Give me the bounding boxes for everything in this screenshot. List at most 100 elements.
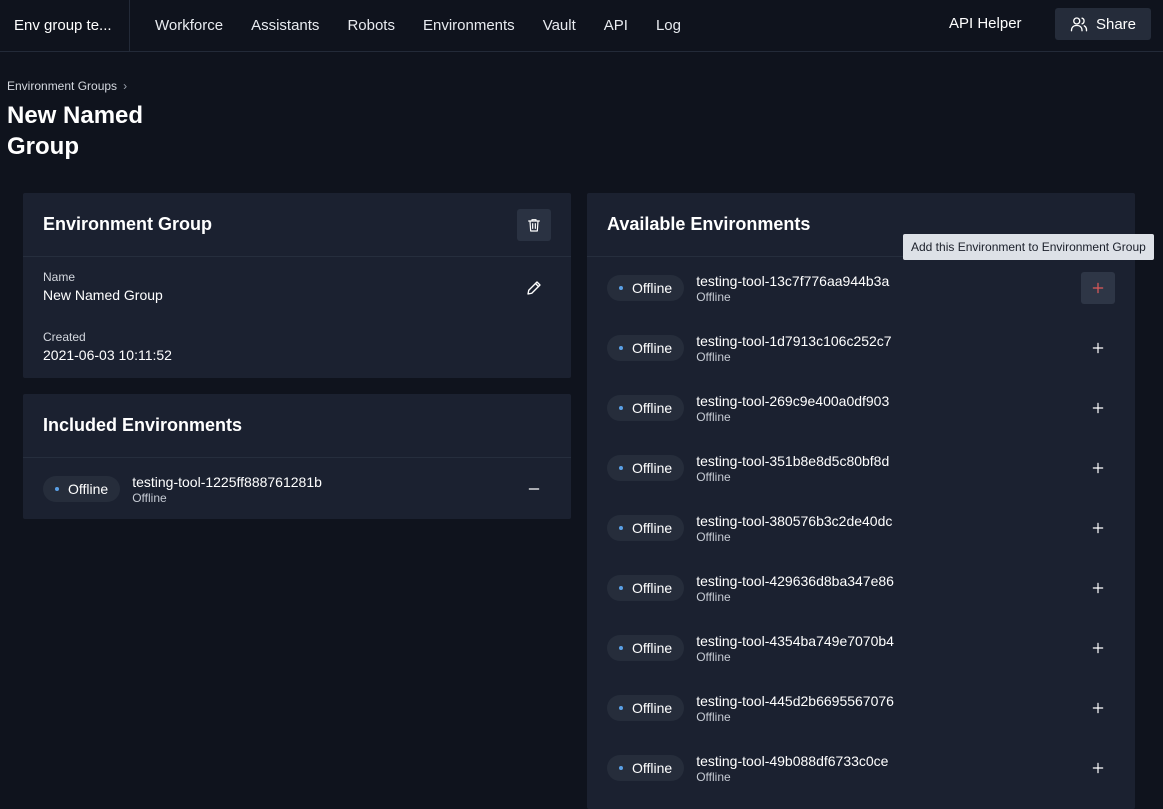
environment-info: testing-tool-13c7f776aa944b3a Offline [696, 273, 889, 304]
environment-info: testing-tool-429636d8ba347e86 Offline [696, 573, 894, 604]
included-environments-title: Included Environments [43, 415, 243, 435]
environment-info: testing-tool-351b8e8d5c80bf8d Offline [696, 453, 889, 484]
remove-environment-button[interactable] [517, 473, 551, 505]
status-badge-label: Offline [632, 760, 673, 776]
status-badge: Offline [607, 695, 685, 721]
group-created-value: 2021-06-03 10:11:52 [43, 347, 172, 363]
status-badge: Offline [607, 755, 685, 781]
environment-name: testing-tool-1225ff888761281b [132, 473, 322, 490]
status-badge-label: Offline [632, 520, 673, 536]
environment-info: testing-tool-49b088df6733c0ce Offline [696, 753, 888, 784]
list-item: Offline testing-tool-4354ba749e7070b4 Off… [607, 628, 894, 668]
delete-group-button[interactable] [517, 208, 551, 241]
list-item: Offline testing-tool-1225ff888761281b Of… [43, 469, 322, 509]
add-environment-button[interactable] [1081, 272, 1115, 304]
status-dot-icon [619, 646, 623, 650]
status-dot-icon [55, 487, 59, 491]
environment-name: testing-tool-445d2b6695567076 [696, 692, 894, 709]
environment-name: testing-tool-380576b3c2de40dc [696, 512, 893, 529]
list-item: Offline testing-tool-13c7f776aa944b3a Off… [607, 268, 889, 308]
add-environment-button[interactable] [1081, 512, 1115, 544]
available-environments-title: Available Environments [607, 214, 811, 234]
add-environment-button[interactable] [1081, 572, 1115, 604]
plus-icon [1092, 522, 1104, 534]
plus-icon [1092, 582, 1104, 594]
pencil-icon[interactable] [525, 279, 543, 297]
environment-info: testing-tool-1d7913c106c252c7 Offline [696, 333, 891, 364]
environment-name: testing-tool-429636d8ba347e86 [696, 572, 894, 589]
main-nav: Workforce Assistants Robots Environments… [141, 0, 695, 52]
nav-item-vault[interactable]: Vault [529, 0, 590, 52]
available-environments-card: Available Environments Offline testing-t… [587, 193, 1135, 809]
add-environment-button[interactable] [1081, 632, 1115, 664]
environment-info: testing-tool-445d2b6695567076 Offline [696, 693, 894, 724]
status-badge-label: Offline [632, 580, 673, 596]
group-name-label: Name [43, 270, 76, 284]
environment-name: testing-tool-4354ba749e7070b4 [696, 632, 894, 649]
status-badge-label: Offline [68, 481, 109, 497]
plus-icon [1092, 402, 1104, 414]
group-name-field: Name New Named Group [43, 270, 163, 303]
nav-item-assistants[interactable]: Assistants [237, 0, 333, 52]
plus-icon [1092, 762, 1104, 774]
status-badge-label: Offline [632, 280, 673, 296]
status-dot-icon [619, 586, 623, 590]
environment-status: Offline [696, 409, 731, 424]
status-badge-label: Offline [632, 340, 673, 356]
environment-group-card-header: Environment Group [23, 193, 571, 257]
nav-item-log[interactable]: Log [642, 0, 695, 52]
status-badge: Offline [607, 515, 685, 541]
environment-info: testing-tool-380576b3c2de40dc Offline [696, 513, 892, 544]
add-environment-tooltip: Add this Environment to Environment Grou… [903, 234, 1154, 260]
status-badge-label: Offline [632, 400, 673, 416]
add-environment-button[interactable] [1081, 332, 1115, 364]
trash-icon [528, 218, 540, 232]
status-dot-icon [619, 766, 623, 770]
status-badge: Offline [43, 476, 121, 502]
share-button-label: Share [1095, 15, 1137, 33]
environment-info: testing-tool-4354ba749e7070b4 Offline [696, 633, 894, 664]
add-environment-button[interactable] [1081, 452, 1115, 484]
group-created-label: Created [43, 330, 86, 344]
environment-group-card: Environment Group Name New Named Group C… [23, 193, 571, 378]
nav-item-workforce[interactable]: Workforce [141, 0, 237, 52]
status-dot-icon [619, 526, 623, 530]
status-dot-icon [619, 466, 623, 470]
list-item: Offline testing-tool-445d2b6695567076 Off… [607, 688, 894, 728]
environment-name: testing-tool-13c7f776aa944b3a [696, 272, 890, 289]
add-environment-button[interactable] [1081, 692, 1115, 724]
list-item: Offline testing-tool-380576b3c2de40dc Off… [607, 508, 892, 548]
top-navigation-bar: Env group te... Workforce Assistants Rob… [0, 0, 1163, 52]
plus-icon [1092, 462, 1104, 474]
breadcrumb-environment-groups[interactable]: Environment Groups [7, 79, 117, 93]
list-item: Offline testing-tool-351b8e8d5c80bf8d Off… [607, 448, 889, 488]
environment-name: testing-tool-351b8e8d5c80bf8d [696, 452, 890, 469]
share-button[interactable]: Share [1055, 8, 1151, 40]
environment-status: Offline [696, 649, 731, 664]
status-badge: Offline [607, 455, 685, 481]
environment-status: Offline [696, 469, 731, 484]
app-title[interactable]: Env group te... [0, 0, 130, 52]
group-created-field: Created 2021-06-03 10:11:52 [43, 330, 172, 363]
environment-status: Offline [696, 709, 731, 724]
included-environments-header: Included Environments [23, 394, 571, 458]
status-dot-icon [619, 406, 623, 410]
plus-icon [1092, 342, 1104, 354]
status-badge: Offline [607, 635, 685, 661]
environment-status: Offline [132, 490, 167, 505]
nav-item-environments[interactable]: Environments [409, 0, 529, 52]
status-badge: Offline [607, 275, 685, 301]
add-environment-button[interactable] [1081, 752, 1115, 784]
environment-status: Offline [696, 349, 731, 364]
environment-info: testing-tool-1225ff888761281b Offline [132, 474, 322, 505]
list-item: Offline testing-tool-1d7913c106c252c7 Off… [607, 328, 892, 368]
chevron-right-icon: › [123, 79, 128, 93]
api-helper-link[interactable]: API Helper [949, 0, 1022, 48]
nav-item-api[interactable]: API [590, 0, 642, 52]
nav-item-robots[interactable]: Robots [333, 0, 409, 52]
environment-name: testing-tool-269c9e400a0df903 [696, 392, 890, 409]
add-environment-button[interactable] [1081, 392, 1115, 424]
environment-status: Offline [696, 289, 731, 304]
status-badge-label: Offline [632, 460, 673, 476]
environment-group-title: Environment Group [43, 214, 213, 234]
